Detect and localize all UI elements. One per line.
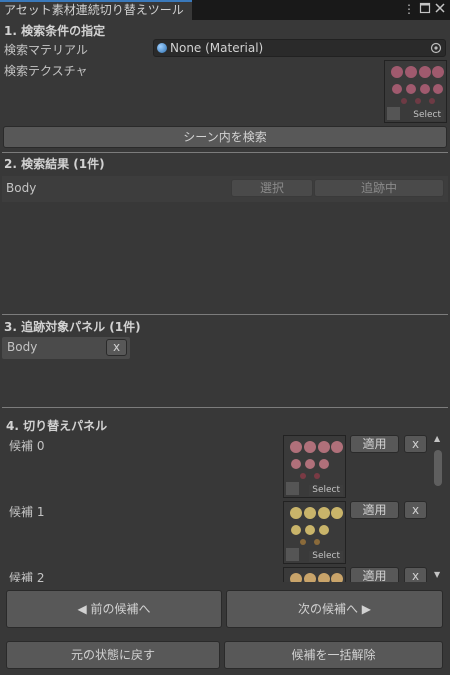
tracked-item-name: Body	[7, 340, 38, 354]
section3-title: 3. 追跡対象パネル (1件)	[4, 320, 141, 334]
maximize-icon[interactable]	[418, 2, 432, 16]
texture-thumbnail[interactable]: Select	[384, 60, 447, 123]
prev-candidate-button[interactable]: ◀ 前の候補へ	[6, 590, 222, 628]
candidate-select-tag[interactable]: Select	[309, 551, 343, 562]
tracking-button[interactable]: 追跡中	[314, 179, 444, 197]
section2-title: 2. 検索結果 (1件)	[4, 157, 105, 171]
candidate-label: 候補 2	[9, 571, 45, 582]
texture-select-tag[interactable]: Select	[410, 110, 444, 121]
window-tab[interactable]: アセット素材連続切り替えツール	[0, 0, 192, 20]
tracked-item: Body x	[2, 337, 130, 359]
object-picker-icon[interactable]	[430, 42, 442, 54]
search-scene-button[interactable]: シーン内を検索	[3, 126, 447, 148]
remove-candidate-button[interactable]: x	[404, 435, 427, 453]
remove-candidate-button[interactable]: x	[404, 567, 427, 582]
material-object-field[interactable]: None (Material)	[153, 39, 446, 57]
divider	[2, 152, 448, 153]
scrollbar-thumb[interactable]	[434, 450, 442, 486]
candidate-thumbnail[interactable]: Select	[283, 501, 346, 564]
candidate-select-tag[interactable]: Select	[309, 485, 343, 496]
candidate-label: 候補 1	[9, 505, 45, 519]
result-name: Body	[6, 181, 37, 195]
candidate-label: 候補 0	[9, 439, 45, 453]
material-label: 検索マテリアル	[4, 43, 88, 57]
candidate-list: 候補 0 Select 適用 x 候補 1 Select 適用 x 候補 2 適…	[2, 432, 432, 582]
remove-candidate-button[interactable]: x	[404, 501, 427, 519]
divider	[2, 314, 448, 315]
result-row: Body 選択 追跡中	[2, 176, 448, 202]
apply-button[interactable]: 適用	[350, 567, 399, 582]
restore-state-button[interactable]: 元の状態に戻す	[6, 641, 220, 669]
clear-candidates-button[interactable]: 候補を一括解除	[224, 641, 443, 669]
next-candidate-button[interactable]: 次の候補へ ▶	[226, 590, 443, 628]
section1-title: 1. 検索条件の指定	[4, 24, 106, 38]
candidate-thumbnail[interactable]	[283, 567, 346, 582]
apply-button[interactable]: 適用	[350, 501, 399, 519]
scroll-down-icon[interactable]: ▼	[434, 570, 440, 579]
divider	[2, 407, 448, 408]
kebab-menu-icon[interactable]: ⋮	[402, 2, 416, 16]
material-sphere-icon	[157, 43, 167, 53]
close-icon[interactable]	[433, 2, 447, 16]
vertical-scrollbar[interactable]: ▲ ▼	[432, 434, 444, 582]
apply-button[interactable]: 適用	[350, 435, 399, 453]
scroll-up-icon[interactable]: ▲	[434, 434, 440, 443]
candidate-thumbnail[interactable]: Select	[283, 435, 346, 498]
material-value: None (Material)	[170, 41, 264, 55]
texture-label: 検索テクスチャ	[4, 64, 88, 78]
candidate-preview-image	[284, 568, 345, 582]
select-button[interactable]: 選択	[231, 179, 313, 197]
remove-tracked-button[interactable]: x	[106, 339, 127, 356]
